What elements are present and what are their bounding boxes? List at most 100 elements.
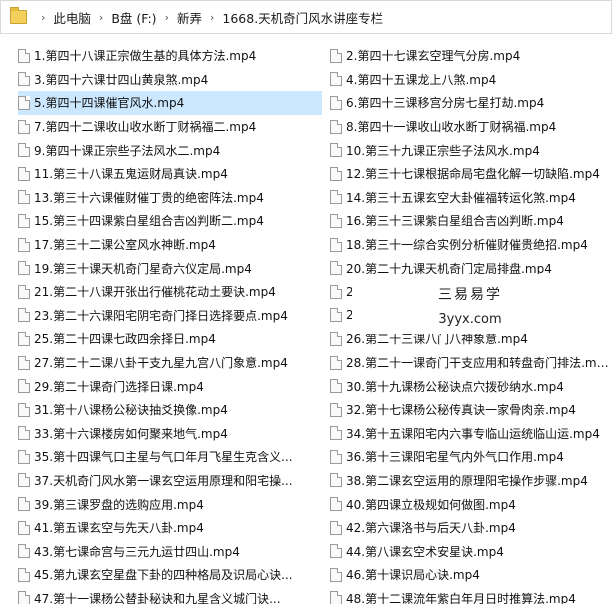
breadcrumb-drive[interactable]: B盘 (F:) [111,8,156,27]
file-name: 12.第三十七课根据命局宅盘化解一切缺陷.mp4 [346,167,600,182]
file-name: 8.第四十一课收山收水断丁财祸福.mp4 [346,120,557,135]
file-item[interactable]: 37.天机奇门风水第一课玄空运用原理和阳宅操... [18,469,322,493]
file-name: 30.第十九课杨公秘诀点穴拨砂纳水.mp4 [346,379,564,394]
file-item[interactable]: 13.第三十六课催财催丁贵的绝密阵法.mp4 [18,186,322,210]
file-item[interactable]: 28.第二十一课奇门干支应用和转盘奇门排法.mp... [330,351,612,375]
file-item[interactable]: 43.第七课命宫与三元九运廿四山.mp4 [18,539,322,563]
video-file-icon [330,567,342,582]
video-file-icon [330,95,342,110]
file-item[interactable]: 12.第三十七课根据命局宅盘化解一切缺陷.mp4 [330,162,612,186]
file-item[interactable]: 23.第二十六课阳宅阴宅奇门择日选择要点.mp4 [18,304,322,328]
video-file-icon [18,402,30,417]
file-item[interactable]: 3.第四十六课廿四山黄泉煞.mp4 [18,68,322,92]
folder-icon [10,7,27,24]
breadcrumb-current-folder[interactable]: 1668.天机奇门风水讲座专栏 [222,8,383,27]
file-name: 25.第二十四课七政四余择日.mp4 [34,332,216,347]
video-file-icon [330,190,342,205]
file-item[interactable]: 2.第四十七课玄空理气分房.mp4 [330,44,612,68]
file-item[interactable]: 38.第二课玄空运用的原理阳宅操作步骤.mp4 [330,469,612,493]
file-item[interactable]: 34.第十五课阳宅内六事专临山运统临山运.mp4 [330,422,612,446]
video-file-icon [18,379,30,394]
video-file-icon [18,119,30,134]
video-file-icon [330,426,342,441]
breadcrumb-folder[interactable]: 新弄 [177,8,202,27]
file-item[interactable]: 21.第二十八课开张出行催桃花动土要诀.mp4 [18,280,322,304]
file-item[interactable]: 9.第四十课正宗些子法风水二.mp4 [18,138,322,162]
file-item[interactable]: 14.第三十五课玄空大卦催福转运化煞.mp4 [330,186,612,210]
file-name: 32.第十七课杨公秘传真诀一家骨肉亲.mp4 [346,403,576,418]
address-bar[interactable]: › 此电脑 › B盘 (F:) › 新弄 › 1668.天机奇门风水讲座专栏 [0,0,612,34]
file-name: 40.第四课立极规如何做图.mp4 [346,497,516,512]
file-item[interactable]: 6.第四十三课移宫分房七星打劫.mp4 [330,91,612,115]
file-name: 16.第三十三课紫白星组合吉凶判断.mp4 [346,214,564,229]
video-file-icon [18,355,30,370]
file-item[interactable]: 35.第十四课气口主星与气口年月飞星生克含义... [18,445,322,469]
file-item[interactable]: 39.第三课罗盘的选购应用.mp4 [18,492,322,516]
file-item[interactable]: 10.第三十九课正宗些子法风水.mp4 [330,138,612,162]
file-item[interactable]: 41.第五课玄空与先天八卦.mp4 [18,516,322,540]
file-item[interactable]: 19.第三十课天机奇门星奇六仪定局.mp4 [18,256,322,280]
file-name: 47.第十一课杨公替卦秘诀和九星含义城门诀... [34,591,281,604]
video-file-icon [330,355,342,370]
video-file-icon [18,166,30,181]
file-item[interactable]: 27.第二十二课八卦干支九星九宫八门象意.mp4 [18,351,322,375]
file-name: 5.第四十四课催官风水.mp4 [34,96,185,111]
file-item[interactable]: 11.第三十八课五鬼运财局真诀.mp4 [18,162,322,186]
video-file-icon [18,213,30,228]
file-name: 38.第二课玄空运用的原理阳宅操作步骤.mp4 [346,473,588,488]
file-item[interactable]: 7.第四十二课收山收水断丁财祸福二.mp4 [18,115,322,139]
video-file-icon [18,426,30,441]
file-name: 28.第二十一课奇门干支应用和转盘奇门排法.mp... [346,356,612,371]
file-item[interactable]: 48.第十二课流年紫白年月日时推算法.mp4 [330,587,612,604]
breadcrumb-this-pc[interactable]: 此电脑 [53,8,91,27]
video-file-icon [18,473,30,488]
file-name: 35.第十四课气口主星与气口年月飞星生克含义... [34,450,293,465]
file-item[interactable]: 42.第六课洛书与后天八卦.mp4 [330,516,612,540]
file-name: 42.第六课洛书与后天八卦.mp4 [346,521,516,536]
video-file-icon [330,379,342,394]
file-item[interactable]: 45.第九课玄空星盘下卦的四种格局及识局心诀... [18,563,322,587]
video-file-icon [18,591,30,604]
file-item[interactable]: 29.第二十课奇门选择日课.mp4 [18,374,322,398]
video-file-icon [330,402,342,417]
chevron-right-icon: › [98,10,104,24]
watermark-url: 3yyx.com [438,312,502,327]
file-name: 3.第四十六课廿四山黄泉煞.mp4 [34,72,209,87]
file-item[interactable]: 46.第十课识局心诀.mp4 [330,563,612,587]
file-item[interactable]: 16.第三十三课紫白星组合吉凶判断.mp4 [330,209,612,233]
file-item[interactable]: 1.第四十八课正宗做生基的具体方法.mp4 [18,44,322,68]
file-name: 37.天机奇门风水第一课玄空运用原理和阳宅操... [34,473,293,488]
video-file-icon [330,473,342,488]
file-name: 29.第二十课奇门选择日课.mp4 [34,379,204,394]
file-item[interactable]: 30.第十九课杨公秘诀点穴拨砂纳水.mp4 [330,374,612,398]
video-file-icon [330,213,342,228]
file-item[interactable]: 40.第四课立极规如何做图.mp4 [330,492,612,516]
file-item[interactable]: 32.第十七课杨公秘传真诀一家骨肉亲.mp4 [330,398,612,422]
video-file-icon [330,166,342,181]
file-name: 43.第七课命宫与三元九运廿四山.mp4 [34,544,240,559]
file-item[interactable]: 47.第十一课杨公替卦秘诀和九星含义城门诀... [18,587,322,604]
video-file-icon [330,119,342,134]
file-item[interactable]: 4.第四十五课龙上八煞.mp4 [330,68,612,92]
watermark-title: 三易易学 [438,287,502,303]
video-file-icon [18,520,30,535]
file-name: 36.第十三课阳宅星气内外气口作用.mp4 [346,450,564,465]
file-name: 31.第十八课杨公秘诀抽爻换像.mp4 [34,403,228,418]
file-item[interactable]: 44.第八课玄空术安星诀.mp4 [330,539,612,563]
file-name: 4.第四十五课龙上八煞.mp4 [346,72,497,87]
file-item[interactable]: 33.第十六课楼房如何聚来地气.mp4 [18,422,322,446]
file-item[interactable]: 5.第四十四课催官风水.mp4 [18,91,322,115]
file-name: 1.第四十八课正宗做生基的具体方法.mp4 [34,49,257,64]
video-file-icon [18,72,30,87]
file-item[interactable]: 17.第三十二课公室风水神断.mp4 [18,233,322,257]
file-item[interactable]: 15.第三十四课紫白星组合吉凶判断二.mp4 [18,209,322,233]
file-item[interactable]: 8.第四十一课收山收水断丁财祸福.mp4 [330,115,612,139]
file-item[interactable]: 25.第二十四课七政四余择日.mp4 [18,327,322,351]
file-item[interactable]: 18.第三十一综合实例分析催财催贵绝招.mp4 [330,233,612,257]
watermark: 三易易学 3yyx.com [352,274,588,334]
file-item[interactable]: 36.第十三课阳宅星气内外气口作用.mp4 [330,445,612,469]
video-file-icon [18,48,30,63]
video-file-icon [330,331,342,346]
file-item[interactable]: 31.第十八课杨公秘诀抽爻换像.mp4 [18,398,322,422]
video-file-icon [18,331,30,346]
